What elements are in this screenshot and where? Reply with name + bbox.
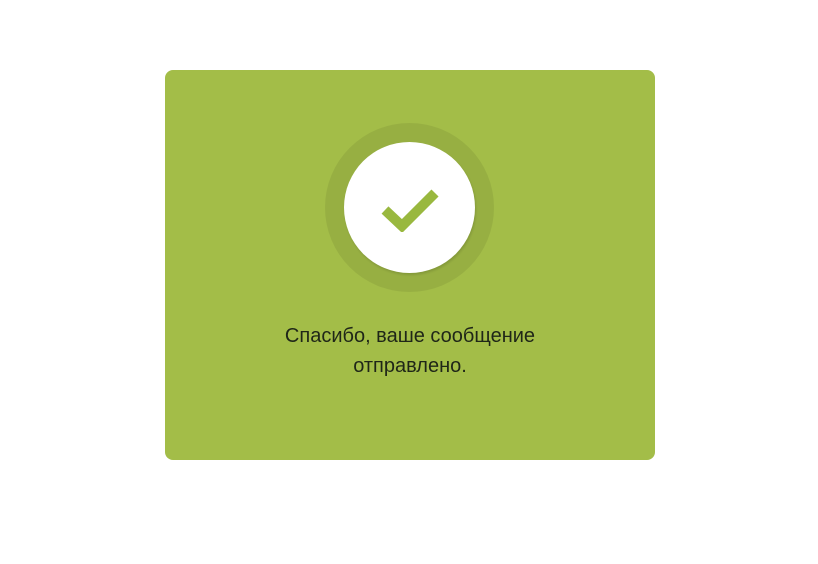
success-card: Спасибо, ваше сообщение отправлено.	[165, 70, 655, 460]
success-message: Спасибо, ваше сообщение отправлено.	[284, 325, 536, 377]
success-icon-circle	[344, 142, 475, 273]
checkmark-icon	[381, 189, 439, 232]
success-icon-ring	[325, 123, 494, 292]
